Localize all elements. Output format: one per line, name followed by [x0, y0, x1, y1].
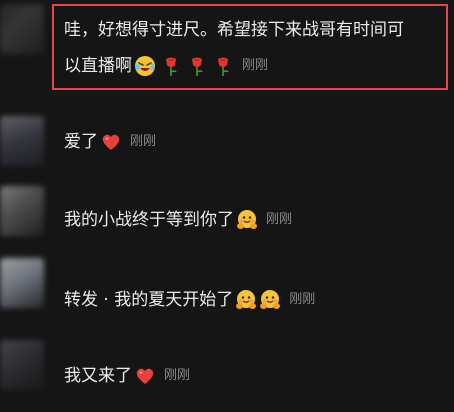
comment-text-line2: 以直播啊	[64, 56, 132, 76]
comment-text: 以直播啊 刚刚	[64, 52, 268, 80]
comment-text: 我的小战终于等到你了 刚刚	[64, 206, 292, 234]
heart-icon	[134, 365, 156, 387]
heart-icon	[100, 131, 122, 153]
rose-icon	[160, 55, 182, 77]
avatar[interactable]	[0, 186, 44, 236]
avatar[interactable]	[0, 116, 44, 166]
hug-face-icon	[236, 209, 258, 231]
rose-icon	[186, 55, 208, 77]
comment-timestamp: 刚刚	[130, 134, 157, 149]
avatar[interactable]	[0, 258, 44, 308]
comment-timestamp: 刚刚	[289, 292, 316, 307]
rose-icon	[212, 55, 234, 77]
comment-text: 爱了 刚刚	[64, 128, 156, 156]
comment-text-content: 爱了	[64, 132, 98, 152]
comment-text: 哇，好想得寸进尺。希望接下来战哥有时间可	[64, 16, 404, 44]
comment-text-content: 转发 · 我的夏天开始了	[64, 290, 234, 310]
comment-timestamp: 刚刚	[164, 368, 191, 383]
comment-text-content: 我又来了	[64, 366, 132, 386]
avatar[interactable]	[0, 340, 44, 390]
avatar[interactable]	[0, 4, 44, 54]
comment-text: 转发 · 我的夏天开始了 刚刚	[64, 286, 315, 314]
comment-timestamp: 刚刚	[242, 58, 269, 73]
comment-timestamp: 刚刚	[266, 212, 293, 227]
hug-face-icon	[259, 289, 281, 311]
comment-text-line1: 哇，好想得寸进尺。希望接下来战哥有时间可	[64, 20, 404, 40]
hug-face-icon	[235, 289, 257, 311]
laughing-tears-icon	[134, 55, 156, 77]
comment-text-content: 我的小战终于等到你了	[64, 210, 234, 230]
comment-text: 我又来了 刚刚	[64, 362, 190, 390]
